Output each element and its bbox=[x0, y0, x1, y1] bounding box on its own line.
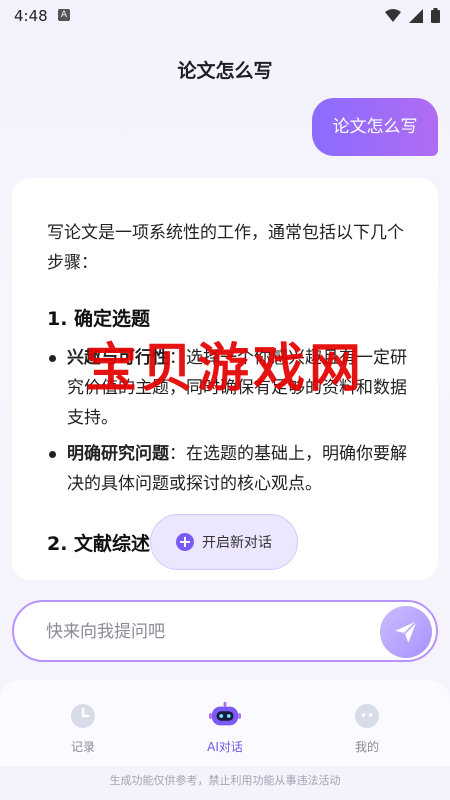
bullet-bold: 明确研究问题 bbox=[67, 444, 169, 464]
wifi-icon bbox=[385, 8, 401, 22]
new-chat-label: 开启新对话 bbox=[202, 535, 272, 551]
page-title: 论文怎么写 bbox=[177, 60, 273, 82]
nav-item-mine[interactable]: 我的 bbox=[322, 700, 412, 755]
send-icon bbox=[395, 620, 418, 643]
list-item: 明确研究问题：在选题的基础上，明确你要解决的具体问题或探讨的核心观点。 bbox=[47, 439, 407, 499]
nav-label: 记录 bbox=[70, 740, 95, 754]
profile-icon bbox=[355, 704, 379, 728]
signal-icon bbox=[409, 8, 423, 23]
user-message-bubble: 论文怎么写 bbox=[312, 98, 438, 156]
nav-label: AI对话 bbox=[207, 740, 243, 754]
robot-icon bbox=[209, 701, 241, 726]
new-chat-button[interactable]: + 开启新对话 bbox=[150, 514, 298, 570]
notification-icon: A bbox=[58, 9, 70, 21]
send-button[interactable] bbox=[380, 606, 432, 658]
answer-intro: 写论文是一项系统性的工作，通常包括以下几个步骤： bbox=[47, 223, 404, 273]
nav-label: 我的 bbox=[354, 740, 379, 754]
question-input[interactable] bbox=[44, 602, 368, 662]
plus-icon: + bbox=[176, 533, 194, 551]
nav-item-records[interactable]: 记录 bbox=[38, 700, 128, 755]
status-time: 4:48 bbox=[14, 7, 48, 25]
clock-icon bbox=[71, 704, 95, 728]
status-icons bbox=[385, 8, 440, 23]
disclaimer-text: 生成功能仅供参考，禁止利用功能从事违法活动 bbox=[109, 774, 341, 787]
question-input-bar bbox=[12, 600, 438, 662]
bottom-nav: 记录 AI对话 我的 bbox=[0, 680, 450, 766]
battery-icon bbox=[431, 8, 440, 23]
status-bar: 4:48 A bbox=[0, 0, 450, 32]
nav-item-ai-chat[interactable]: AI对话 bbox=[180, 700, 270, 755]
watermark-text: 宝贝游戏网 bbox=[84, 338, 365, 399]
